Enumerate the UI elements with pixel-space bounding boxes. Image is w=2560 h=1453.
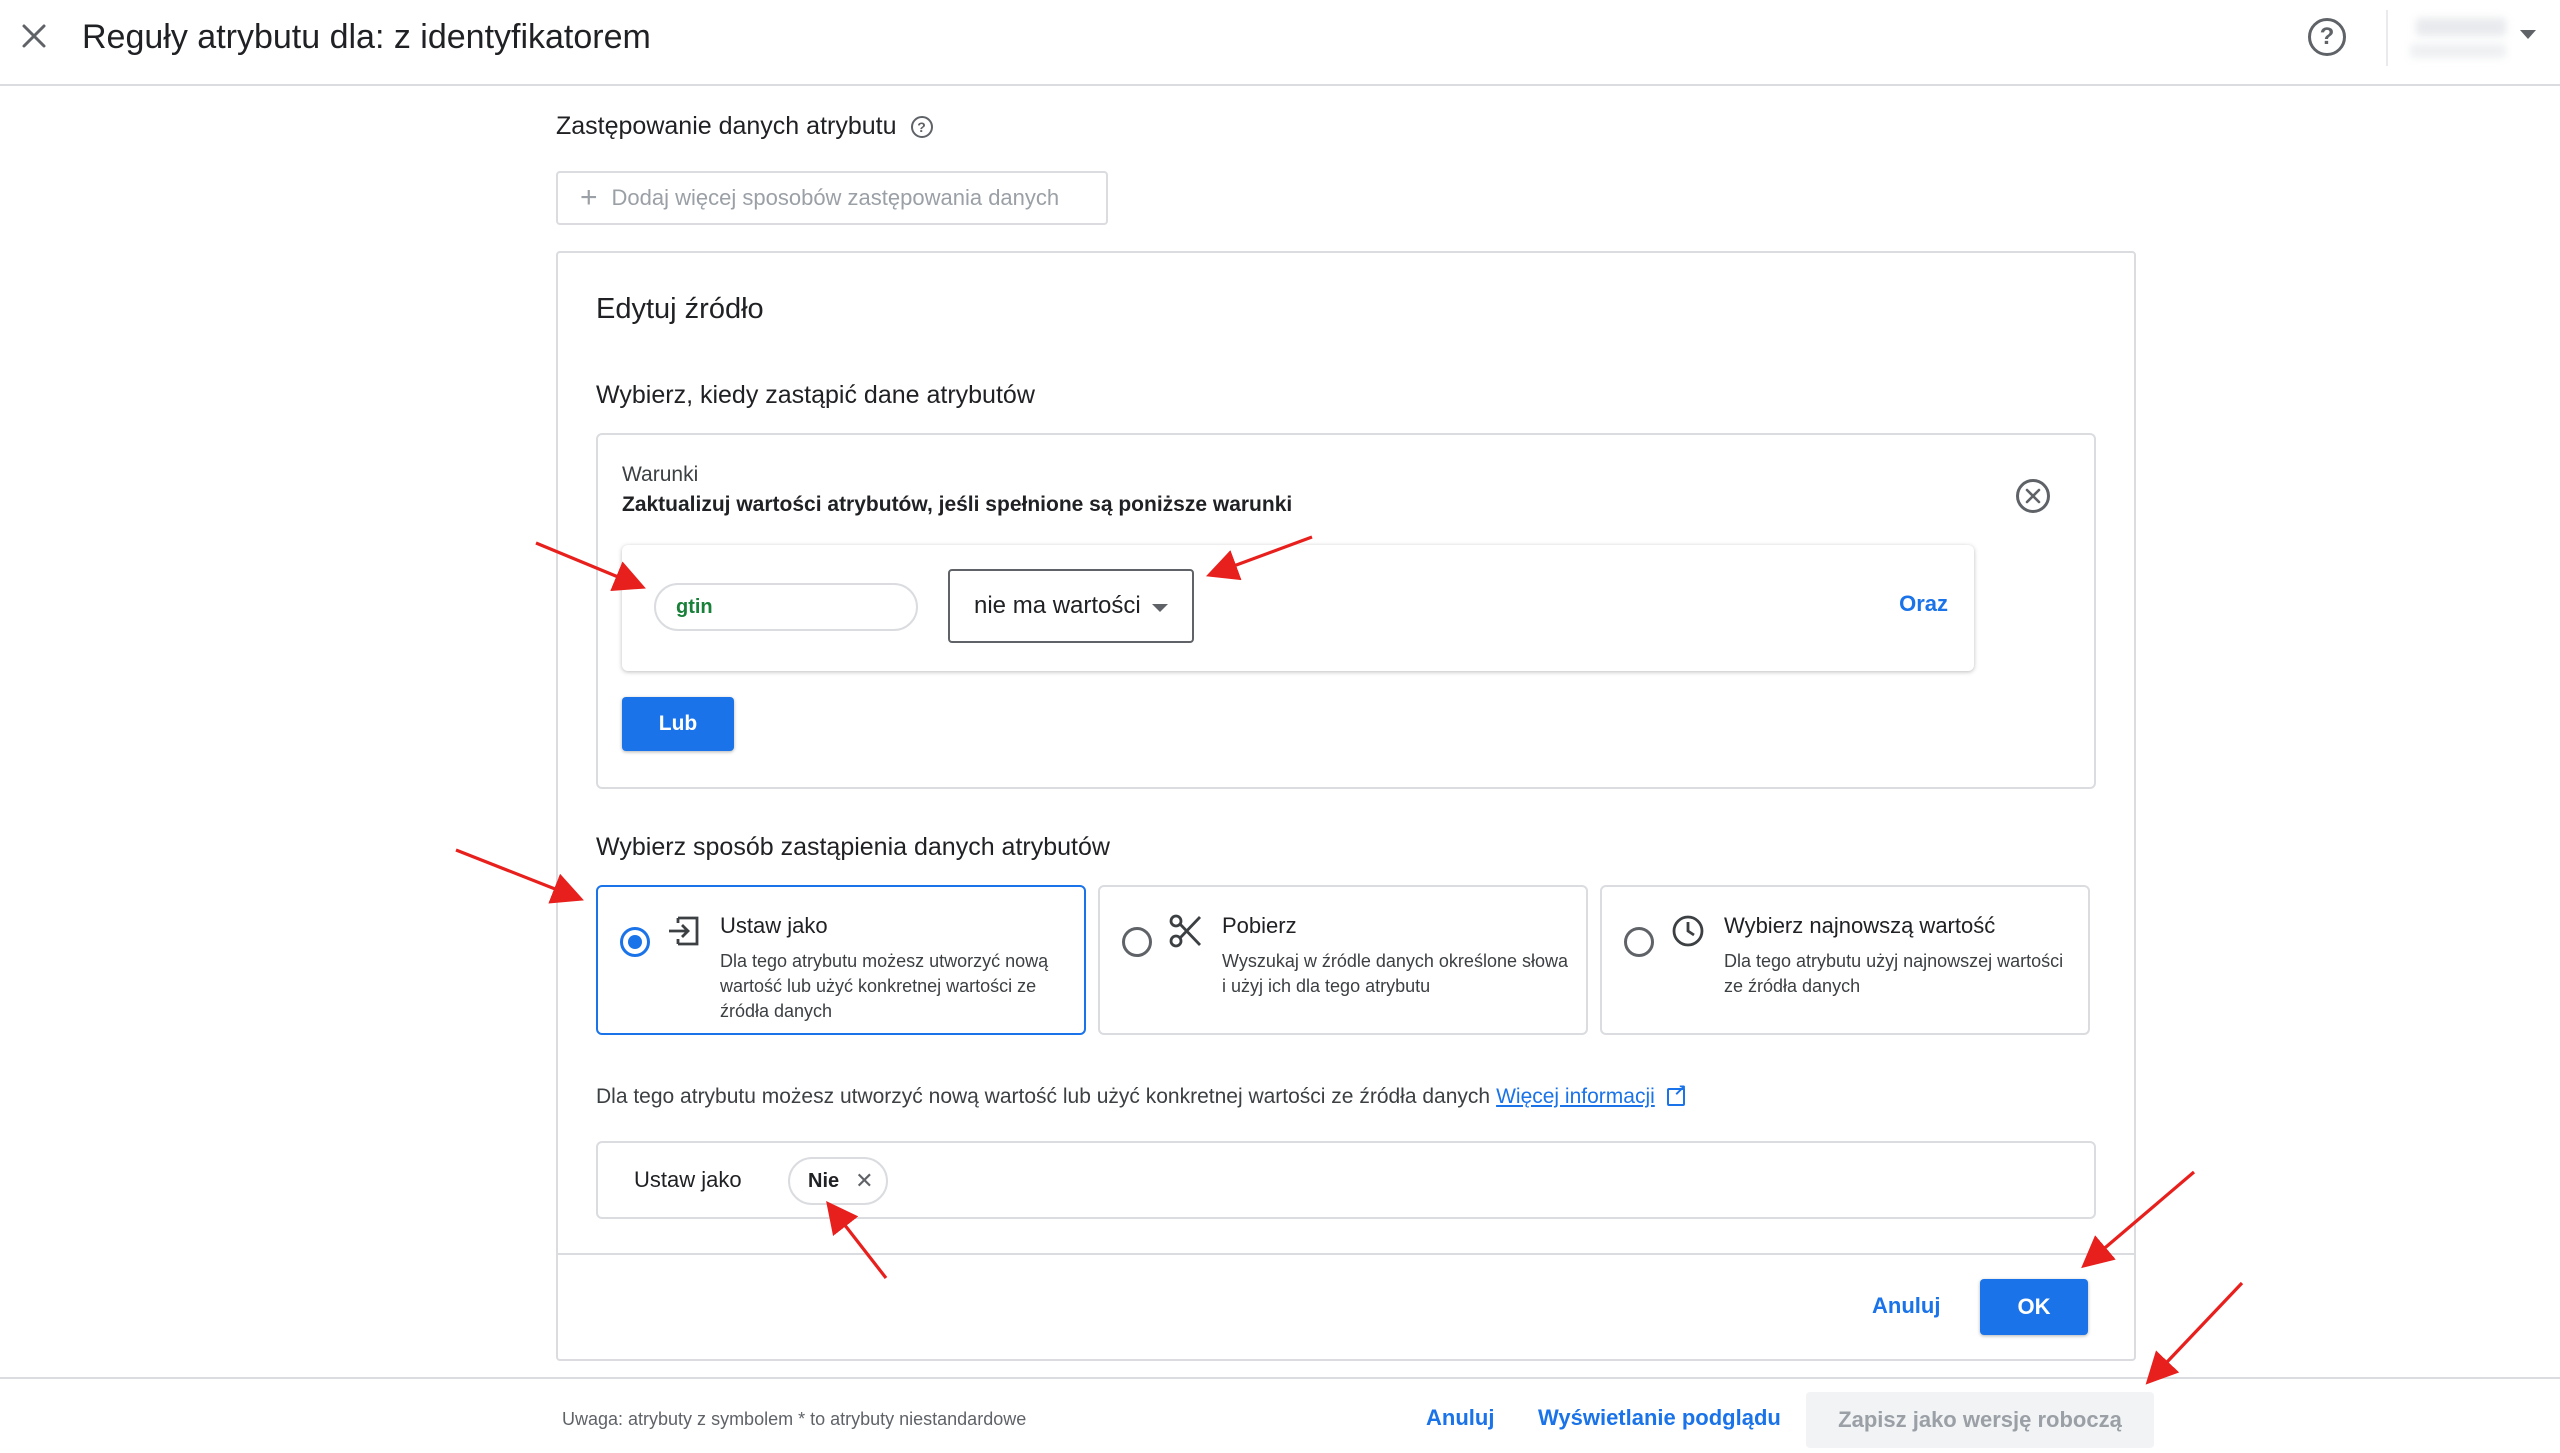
section-title-text: Zastępowanie danych atrybutu bbox=[556, 112, 897, 140]
option-set-as[interactable]: Ustaw jako Dla tego atrybutu możesz utwo… bbox=[596, 885, 1086, 1035]
option-description: Dla tego atrybutu możesz utworzyć nową w… bbox=[720, 951, 1049, 1021]
radio-unselected[interactable] bbox=[1122, 927, 1152, 957]
when-title: Wybierz, kiedy zastąpić dane atrybutów bbox=[596, 381, 1035, 409]
option-title: Pobierz bbox=[1222, 913, 1297, 938]
external-link-icon[interactable] bbox=[1666, 1081, 1687, 1106]
card-title: Edytuj źródło bbox=[596, 293, 764, 325]
set-as-field[interactable]: Ustaw jako Nie ✕ bbox=[596, 1141, 2096, 1219]
and-button[interactable]: Oraz bbox=[1899, 591, 1948, 617]
option-title: Wybierz najnowszą wartość bbox=[1724, 913, 1996, 938]
radio-selected[interactable] bbox=[620, 927, 650, 957]
top-bar: Reguły atrybutu dla: z identyfikatorem ? bbox=[0, 0, 2560, 86]
option-latest-value[interactable]: Wybierz najnowszą wartość Dla tego atryb… bbox=[1600, 885, 2090, 1035]
set-as-icon bbox=[666, 913, 702, 949]
cancel-button[interactable]: Anuluj bbox=[1872, 1293, 1940, 1319]
add-more-label: Dodaj więcej sposobów zastępowania danyc… bbox=[611, 185, 1060, 210]
operator-value: nie ma wartości bbox=[974, 592, 1141, 619]
remove-chip-icon[interactable]: ✕ bbox=[855, 1168, 873, 1194]
custom-attribute-note: Uwaga: atrybuty z symbolem * to atrybuty… bbox=[562, 1409, 1027, 1429]
header-divider bbox=[2386, 10, 2388, 66]
dropdown-caret-icon bbox=[1152, 604, 1168, 612]
account-id-redacted bbox=[2410, 44, 2506, 58]
clock-icon bbox=[1670, 913, 1706, 949]
close-icon[interactable] bbox=[14, 16, 54, 56]
account-name-redacted bbox=[2416, 18, 2506, 36]
info-icon[interactable]: ? bbox=[910, 115, 933, 138]
help-icon[interactable]: ? bbox=[2308, 18, 2346, 56]
radio-unselected[interactable] bbox=[1624, 927, 1654, 957]
or-button[interactable]: Lub bbox=[622, 697, 734, 751]
option-description: Dla tego atrybutu użyj najnowszej wartoś… bbox=[1724, 951, 2064, 996]
option-title: Ustaw jako bbox=[720, 913, 828, 938]
value-chip[interactable]: Nie ✕ bbox=[788, 1157, 888, 1205]
how-title: Wybierz sposób zastąpienia danych atrybu… bbox=[596, 833, 1110, 861]
ok-button[interactable]: OK bbox=[1980, 1279, 2088, 1335]
card-divider bbox=[558, 1253, 2134, 1255]
preview-button[interactable]: Wyświetlanie podglądu bbox=[1538, 1405, 1781, 1431]
save-draft-button[interactable]: Zapisz jako wersję roboczą bbox=[1806, 1392, 2154, 1448]
set-as-label: Ustaw jako bbox=[634, 1167, 742, 1192]
account-switcher[interactable] bbox=[2410, 12, 2520, 64]
conditions-label: Warunki bbox=[622, 463, 699, 486]
option-extract[interactable]: Pobierz Wyszukaj w źródle danych określo… bbox=[1098, 885, 1588, 1035]
condition-row: gtin nie ma wartości Oraz bbox=[622, 545, 1974, 671]
section-title: Zastępowanie danych atrybutu ? bbox=[556, 112, 933, 141]
conditions-description: Zaktualizuj wartości atrybutów, jeśli sp… bbox=[622, 493, 1293, 516]
page-title: Reguły atrybutu dla: z identyfikatorem bbox=[82, 18, 651, 56]
add-more-button[interactable]: + Dodaj więcej sposobów zastępowania dan… bbox=[556, 171, 1108, 225]
help-text: Dla tego atrybutu możesz utworzyć nową w… bbox=[596, 1085, 1491, 1108]
scissors-icon bbox=[1168, 913, 1204, 949]
learn-more-link[interactable]: Więcej informacji bbox=[1496, 1085, 1655, 1109]
footer-bar: Uwaga: atrybuty z symbolem * to atrybuty… bbox=[0, 1377, 2560, 1453]
attribute-chip[interactable]: gtin bbox=[654, 583, 918, 631]
edit-source-card: Edytuj źródło Wybierz, kiedy zastąpić da… bbox=[556, 251, 2136, 1361]
option-description: Wyszukaj w źródle danych określone słowa… bbox=[1222, 951, 1568, 996]
conditions-box: Warunki Zaktualizuj wartości atrybutów, … bbox=[596, 433, 2096, 789]
operator-select[interactable]: nie ma wartości bbox=[948, 569, 1194, 643]
help-line: Dla tego atrybutu możesz utworzyć nową w… bbox=[596, 1081, 1687, 1109]
remove-condition-icon[interactable] bbox=[2016, 479, 2050, 513]
footer-cancel-button[interactable]: Anuluj bbox=[1426, 1405, 1494, 1431]
arrow-to-save-draft bbox=[2145, 1281, 2244, 1385]
value-chip-text: Nie bbox=[808, 1169, 840, 1192]
chevron-down-icon[interactable] bbox=[2520, 30, 2536, 39]
plus-icon: + bbox=[580, 181, 598, 214]
